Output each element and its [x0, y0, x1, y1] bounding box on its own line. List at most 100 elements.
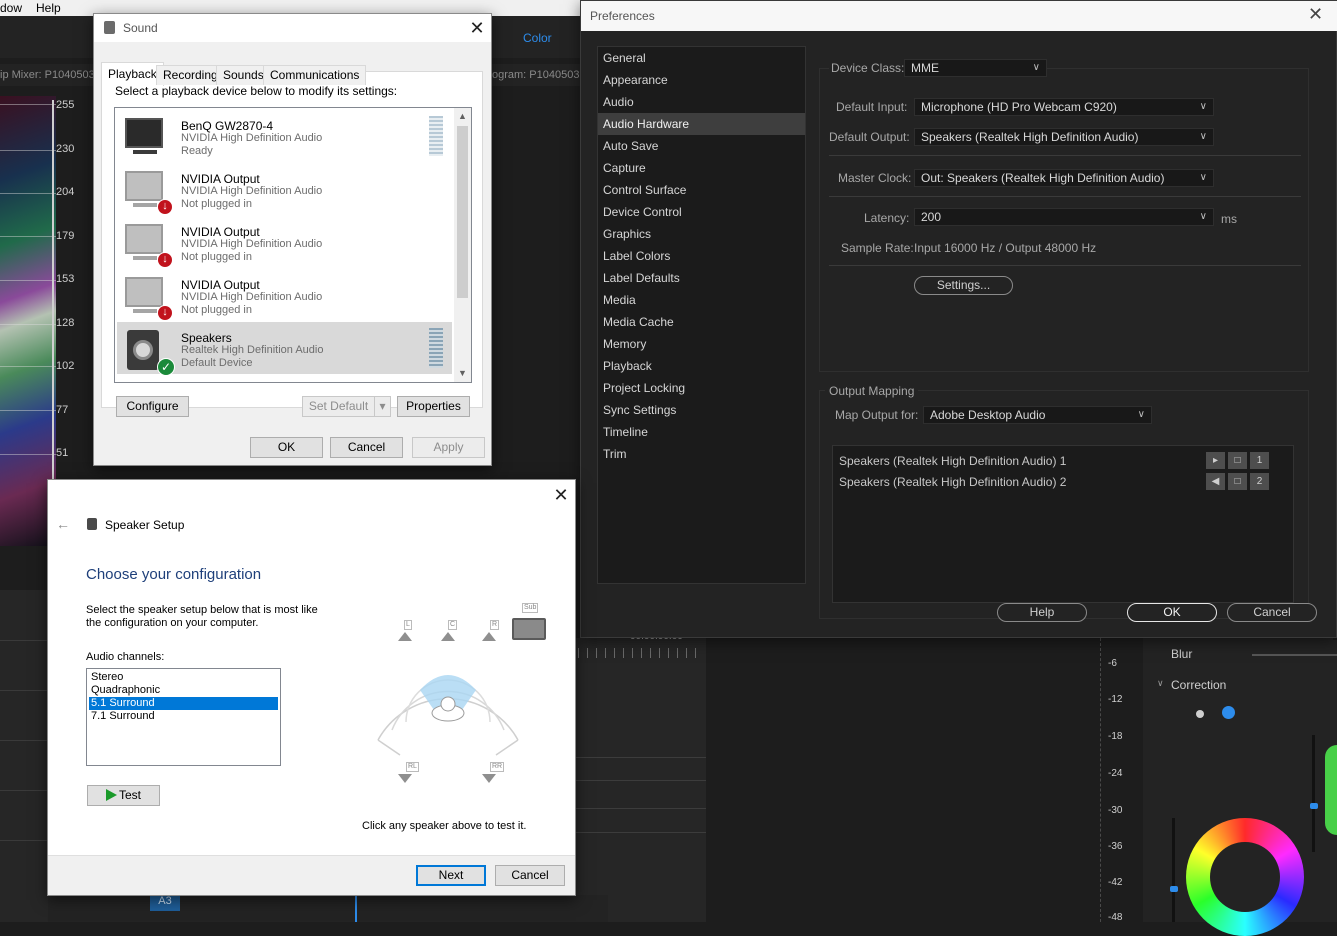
latency-value: 200	[921, 210, 942, 224]
device-list-scrollbar[interactable]: ▲ ▼	[454, 108, 471, 382]
sidebar-item-sync-settings[interactable]: Sync Settings	[598, 399, 805, 421]
latency-dropdown[interactable]: 200 ∨	[914, 208, 1214, 226]
close-icon[interactable]: ✕	[462, 17, 492, 39]
sidebar-item-general[interactable]: General	[598, 47, 805, 69]
front-left-speaker-icon[interactable]	[398, 632, 412, 641]
device-item[interactable]: ↓ NVIDIA Output NVIDIA High Definition A…	[117, 163, 452, 215]
front-right-speaker-icon[interactable]	[482, 632, 496, 641]
timeline-bottom-strip	[48, 895, 608, 922]
properties-button[interactable]: Properties	[397, 396, 470, 417]
sidebar-item-timeline[interactable]: Timeline	[598, 421, 805, 443]
sidebar-item-memory[interactable]: Memory	[598, 333, 805, 355]
separator	[829, 155, 1301, 156]
device-driver: NVIDIA High Definition Audio	[181, 185, 323, 197]
three-wheels-icon[interactable]	[1222, 706, 1235, 719]
sidebar-item-audio[interactable]: Audio	[598, 91, 805, 113]
test-button[interactable]: Test	[87, 785, 160, 806]
expand-box-icon[interactable]: □	[1228, 473, 1247, 490]
sidebar-item-label-colors[interactable]: Label Colors	[598, 245, 805, 267]
device-item[interactable]: BenQ GW2870-4 NVIDIA High Definition Aud…	[117, 110, 452, 162]
apply-button[interactable]: Apply	[412, 437, 485, 458]
next-button[interactable]: Next	[416, 865, 486, 886]
device-item-selected[interactable]: ✓ Speakers Realtek High Definition Audio…	[117, 322, 452, 376]
expand-box-icon[interactable]: □	[1228, 452, 1247, 469]
cancel-button[interactable]: Cancel	[495, 865, 565, 886]
sidebar-item-audio-hardware[interactable]: Audio Hardware	[598, 113, 805, 135]
sidebar-item-auto-save[interactable]: Auto Save	[598, 135, 805, 157]
db-tick: -12	[1108, 694, 1123, 705]
cancel-button[interactable]: Cancel	[1227, 603, 1317, 622]
sidebar-item-trim[interactable]: Trim	[598, 443, 805, 465]
default-input-dropdown[interactable]: Microphone (HD Pro Webcam C920) ∨	[914, 98, 1214, 116]
color-wheel[interactable]	[1186, 818, 1304, 936]
sidebar-item-capture[interactable]: Capture	[598, 157, 805, 179]
sidebar-item-media[interactable]: Media	[598, 289, 805, 311]
sidebar-item-project-locking[interactable]: Project Locking	[598, 377, 805, 399]
device-status: Ready	[181, 145, 213, 157]
map-output-dropdown[interactable]: Adobe Desktop Audio ∨	[923, 406, 1152, 424]
mapping-row[interactable]: Speakers (Realtek High Definition Audio)…	[839, 454, 1066, 468]
mapping-row[interactable]: Speakers (Realtek High Definition Audio)…	[839, 475, 1066, 489]
single-wheel-icon[interactable]	[1196, 710, 1204, 718]
speaker-icon[interactable]: ◀	[1206, 473, 1225, 490]
chevron-down-icon[interactable]: ∨	[1157, 678, 1164, 689]
config-description-line1: Select the speaker setup below that is m…	[86, 604, 318, 616]
sidebar-item-media-cache[interactable]: Media Cache	[598, 311, 805, 333]
mapping-list: Speakers (Realtek High Definition Audio)…	[832, 445, 1294, 603]
help-button[interactable]: Help	[997, 603, 1087, 622]
rear-left-speaker-icon[interactable]	[398, 774, 412, 783]
scroll-up-arrow[interactable]: ▲	[454, 108, 471, 125]
list-item[interactable]: 7.1 Surround	[89, 710, 278, 723]
scope-tick: 204	[56, 186, 75, 198]
sidebar-item-appearance[interactable]: Appearance	[598, 69, 805, 91]
rear-right-speaker-icon[interactable]	[482, 774, 496, 783]
ok-button[interactable]: OK	[1127, 603, 1217, 622]
master-clock-dropdown[interactable]: Out: Speakers (Realtek High Definition A…	[914, 169, 1214, 187]
list-item-selected[interactable]: 5.1 Surround	[88, 696, 279, 711]
test-button-label: Test	[118, 788, 141, 802]
cancel-button[interactable]: Cancel	[330, 437, 403, 458]
scroll-down-arrow[interactable]: ▼	[454, 365, 471, 382]
sidebar-item-label-defaults[interactable]: Label Defaults	[598, 267, 805, 289]
sidebar-item-graphics[interactable]: Graphics	[598, 223, 805, 245]
device-class-dropdown[interactable]: MME ∨	[904, 59, 1047, 77]
db-tick: -42	[1108, 877, 1123, 888]
back-arrow-icon[interactable]: ←	[56, 516, 70, 532]
device-item[interactable]: ↓ NVIDIA Output NVIDIA High Definition A…	[117, 269, 452, 321]
sidebar-item-playback[interactable]: Playback	[598, 355, 805, 377]
center-speaker-icon[interactable]	[441, 632, 455, 641]
wheel-slider-right[interactable]	[1312, 735, 1315, 852]
playhead[interactable]	[355, 895, 357, 922]
audio-channels-listbox[interactable]: Stereo Quadraphonic 5.1 Surround 7.1 Sur…	[86, 668, 281, 766]
close-icon[interactable]: ✕	[1308, 4, 1323, 25]
set-default-dropdown[interactable]: ▾	[374, 396, 391, 417]
default-output-dropdown[interactable]: Speakers (Realtek High Definition Audio)…	[914, 128, 1214, 146]
menu-window[interactable]: dow	[0, 1, 22, 15]
settings-button[interactable]: Settings...	[914, 276, 1013, 295]
device-item[interactable]: ↓ NVIDIA Output NVIDIA High Definition A…	[117, 216, 452, 268]
tab-communications[interactable]: Communications	[263, 65, 367, 85]
close-icon[interactable]: ✕	[546, 484, 576, 506]
wheel-slider-left[interactable]	[1172, 818, 1175, 922]
sidebar-item-control-surface[interactable]: Control Surface	[598, 179, 805, 201]
tab-recording[interactable]: Recording	[156, 65, 225, 85]
subwoofer-icon[interactable]	[512, 618, 546, 640]
sidebar-item-device-control[interactable]: Device Control	[598, 201, 805, 223]
workspace-color-tab[interactable]: Color	[523, 31, 552, 45]
wheel-slider-right-knob[interactable]	[1310, 803, 1318, 809]
speaker-output-icon[interactable]: ▸	[1206, 452, 1225, 469]
lumetri-blur-slider[interactable]	[1252, 654, 1337, 656]
timeline-track-divider	[576, 780, 706, 781]
menu-help[interactable]: Help	[36, 1, 61, 15]
tab-playback[interactable]: Playback	[101, 62, 164, 86]
lumetri-correction-label[interactable]: Correction	[1171, 678, 1226, 692]
wheel-slider-left-knob[interactable]	[1170, 886, 1178, 892]
ok-button[interactable]: OK	[250, 437, 323, 458]
configure-button[interactable]: Configure	[116, 396, 189, 417]
project-panel	[0, 590, 48, 922]
set-default-button[interactable]: Set Default	[302, 396, 375, 417]
list-item[interactable]: Quadraphonic	[89, 684, 278, 697]
list-item[interactable]: Stereo	[89, 671, 278, 684]
scroll-thumb[interactable]	[457, 126, 468, 298]
chevron-down-icon: ∨	[1199, 131, 1207, 142]
